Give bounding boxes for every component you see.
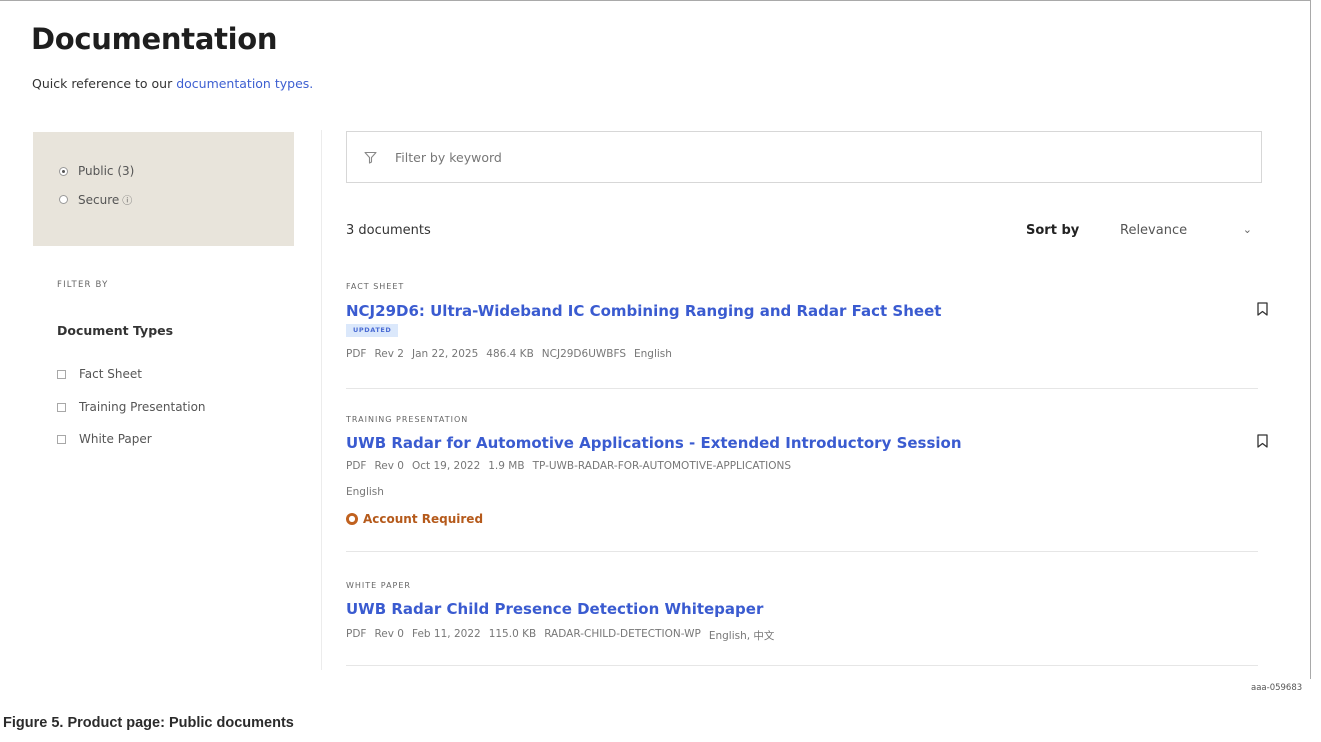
row-divider xyxy=(346,665,1258,666)
row-divider xyxy=(346,551,1258,552)
checkbox[interactable] xyxy=(57,402,66,412)
meta-code: NCJ29D6UWBFS xyxy=(541,348,626,360)
radio-button[interactable] xyxy=(59,195,68,204)
bookmark-icon[interactable] xyxy=(1257,302,1268,316)
documentation-types-link[interactable]: documentation types. xyxy=(176,76,313,91)
sort-by-label: Sort by xyxy=(1026,223,1080,238)
document-types-heading: Document Types xyxy=(57,323,174,338)
document-meta: PDF Rev 2 Jan 22, 2025 486.4 KB NCJ29D6U… xyxy=(346,348,680,360)
document-type-label: FACT SHEET xyxy=(346,282,405,291)
intro-prefix: Quick reference to our xyxy=(32,76,177,91)
meta-language: English, 中文 xyxy=(708,630,775,642)
meta-format: PDF xyxy=(346,628,367,640)
document-title-link[interactable]: NCJ29D6: Ultra-Wideband IC Combining Ran… xyxy=(346,302,941,320)
keyword-filter-input[interactable] xyxy=(395,146,1235,168)
document-meta: PDF Rev 0 Oct 19, 2022 1.9 MB TP-UWB-RAD… xyxy=(346,460,799,472)
filter-training-presentation[interactable]: Training Presentation xyxy=(57,400,206,414)
document-type-label: TRAINING PRESENTATION xyxy=(346,415,469,424)
meta-code: RADAR-CHILD-DETECTION-WP xyxy=(544,628,701,640)
meta-rev: Rev 0 xyxy=(374,460,404,472)
figure-code: aaa-059683 xyxy=(1251,683,1303,693)
sort-value: Relevance xyxy=(1120,223,1188,238)
screenshot-frame xyxy=(0,0,1311,679)
document-title-link[interactable]: UWB Radar for Automotive Applications - … xyxy=(346,434,962,452)
access-filter-panel: Public (3) Secure ⓘ xyxy=(33,132,294,246)
radio-public[interactable]: Public (3) xyxy=(59,164,134,178)
meta-date: Oct 19, 2022 xyxy=(412,460,481,472)
account-required-notice: ● Account Required xyxy=(346,512,483,526)
meta-language: English xyxy=(633,348,672,360)
meta-size: 115.0 KB xyxy=(488,628,537,640)
meta-size: 1.9 MB xyxy=(488,460,525,472)
meta-rev: Rev 2 xyxy=(374,348,404,360)
filter-training-presentation-label: Training Presentation xyxy=(79,400,206,414)
document-meta: PDF Rev 0 Feb 11, 2022 115.0 KB RADAR-CH… xyxy=(346,628,782,643)
filter-fact-sheet-label: Fact Sheet xyxy=(79,367,142,381)
radio-button-selected[interactable] xyxy=(59,166,68,176)
radio-secure[interactable]: Secure ⓘ xyxy=(59,192,132,207)
row-divider xyxy=(346,388,1258,389)
keyword-filter-box[interactable] xyxy=(346,131,1262,183)
account-required-label: Account Required xyxy=(363,512,484,526)
checkbox[interactable] xyxy=(57,434,66,444)
radio-public-label: Public (3) xyxy=(78,164,135,178)
meta-size: 486.4 KB xyxy=(486,348,534,360)
filter-fact-sheet[interactable]: Fact Sheet xyxy=(57,367,142,381)
radio-secure-label: Secure xyxy=(78,192,120,207)
meta-date: Feb 11, 2022 xyxy=(412,628,481,640)
document-title-link[interactable]: UWB Radar Child Presence Detection White… xyxy=(346,600,763,618)
meta-format: PDF xyxy=(346,348,367,360)
funnel-icon xyxy=(364,151,377,164)
meta-language: English xyxy=(346,486,384,498)
lock-icon: ● xyxy=(346,513,358,525)
figure-caption: Figure 5. Product page: Public documents xyxy=(3,715,294,731)
meta-rev: Rev 0 xyxy=(374,628,404,640)
sort-select[interactable]: Relevance ⌄ xyxy=(1110,216,1260,246)
meta-format: PDF xyxy=(346,460,367,472)
checkbox[interactable] xyxy=(57,369,66,379)
page-title: Documentation xyxy=(31,22,278,56)
filter-white-paper-label: White Paper xyxy=(79,432,152,446)
meta-date: Jan 22, 2025 xyxy=(412,348,479,360)
filter-by-label: FILTER BY xyxy=(57,280,109,290)
meta-code: TP-UWB-RADAR-FOR-AUTOMOTIVE-APPLICATIONS xyxy=(532,460,791,472)
column-divider xyxy=(321,130,322,670)
intro-text: Quick reference to our documentation typ… xyxy=(32,76,313,91)
chevron-down-icon: ⌄ xyxy=(1242,223,1252,236)
document-count: 3 documents xyxy=(346,223,431,238)
filter-white-paper[interactable]: White Paper xyxy=(57,432,152,446)
bookmark-icon[interactable] xyxy=(1257,434,1268,448)
updated-badge: UPDATED xyxy=(346,324,399,337)
document-type-label: WHITE PAPER xyxy=(346,581,411,590)
info-icon[interactable]: ⓘ xyxy=(122,192,132,207)
